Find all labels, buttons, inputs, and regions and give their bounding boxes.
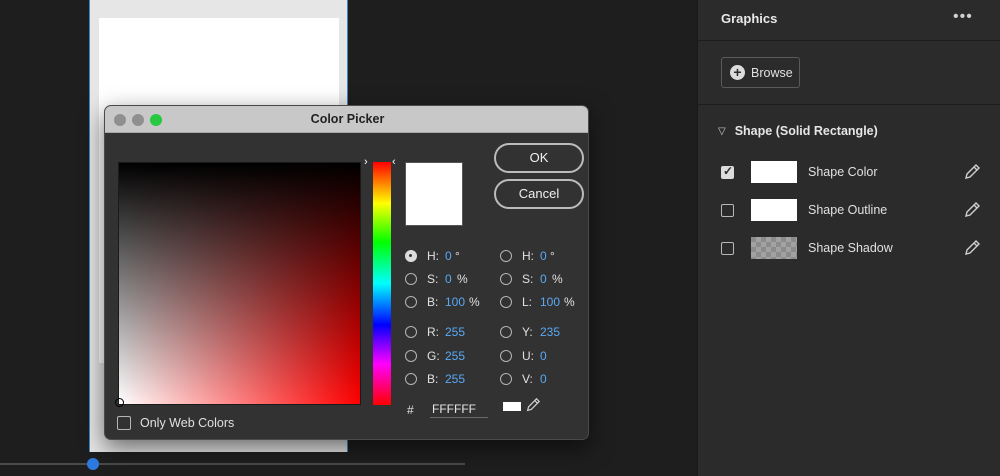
hsl-saturation-field: S: 0 % [500, 272, 563, 286]
hsl-saturation-radio[interactable] [500, 273, 512, 285]
hsb-saturation-radio[interactable] [405, 273, 417, 285]
field-label: V: [522, 372, 533, 386]
yuv-v-radio[interactable] [500, 373, 512, 385]
field-value[interactable]: 0 [445, 272, 457, 286]
hue-slider-left-arrow-icon: › [364, 156, 368, 168]
divider [698, 104, 1000, 105]
field-label: L: [522, 295, 533, 309]
hsb-brightness-field: B: 100 % [405, 295, 480, 309]
hue-slider[interactable] [373, 162, 391, 405]
field-unit: % [564, 295, 575, 309]
hex-input[interactable]: FFFFFF [430, 400, 488, 418]
color-field-cursor[interactable] [115, 398, 124, 407]
field-value[interactable]: 0 [540, 349, 566, 363]
eyedropper-icon[interactable] [525, 397, 541, 413]
hsl-hue-radio[interactable] [500, 250, 512, 262]
dialog-title: Color Picker [310, 112, 385, 126]
browse-label: Browse [751, 65, 793, 80]
field-label: Y: [522, 325, 533, 339]
hue-slider-right-arrow-icon: ‹ [392, 156, 396, 168]
field-value[interactable]: 0 [540, 272, 552, 286]
field-value[interactable]: 0 [445, 249, 455, 263]
only-web-colors-label: Only Web Colors [140, 416, 235, 430]
eyedropper-icon[interactable] [963, 163, 981, 181]
yuv-y-radio[interactable] [500, 326, 512, 338]
color-picker-dialog: Color Picker › ‹ OK Cancel H: 0 ° S: 0 %… [104, 105, 589, 440]
field-unit: ° [550, 249, 555, 263]
rgb-red-radio[interactable] [405, 326, 417, 338]
more-horizontal-icon[interactable]: ••• [953, 8, 973, 26]
field-label: S: [427, 272, 439, 286]
field-label: U: [522, 349, 534, 363]
eyedropper-icon[interactable] [963, 201, 981, 219]
rgb-red-field: R: 255 [405, 325, 471, 339]
hex-prefix: # [407, 403, 414, 417]
hex-color-swatch [503, 402, 521, 411]
field-unit: % [469, 295, 480, 309]
field-label: H: [522, 249, 534, 263]
field-value[interactable]: 0 [540, 249, 550, 263]
eyedropper-icon[interactable] [963, 239, 981, 257]
rgb-green-radio[interactable] [405, 350, 417, 362]
hsl-lightness-radio[interactable] [500, 296, 512, 308]
field-value[interactable]: 255 [445, 349, 471, 363]
field-value[interactable]: 255 [445, 372, 471, 386]
divider [698, 40, 1000, 41]
property-label: Shape Color [808, 165, 878, 179]
property-label: Shape Outline [808, 203, 888, 217]
hsl-lightness-field: L: 100 % [500, 295, 575, 309]
field-label: R: [427, 325, 439, 339]
rgb-green-field: G: 255 [405, 349, 471, 363]
rgb-blue-radio[interactable] [405, 373, 417, 385]
property-label: Shape Shadow [808, 241, 893, 255]
shape-color-swatch[interactable] [751, 161, 797, 183]
yuv-v-field: V: 0 [500, 372, 566, 386]
panel-title: Graphics [721, 11, 778, 26]
field-value[interactable]: 100 [445, 295, 469, 309]
shape-color-checkbox[interactable] [721, 164, 734, 179]
field-label: H: [427, 249, 439, 263]
field-label: G: [427, 349, 440, 363]
shape-shadow-swatch[interactable] [751, 237, 797, 259]
field-label: B: [427, 372, 439, 386]
hsb-brightness-radio[interactable] [405, 296, 417, 308]
ok-button[interactable]: OK [494, 143, 584, 173]
section-toggle-shape[interactable]: ▽ Shape (Solid Rectangle) [718, 124, 878, 138]
shape-shadow-checkbox[interactable] [721, 241, 734, 255]
playhead-handle[interactable] [87, 458, 99, 470]
saturation-brightness-field[interactable] [118, 162, 361, 405]
browse-button[interactable]: + Browse [721, 57, 800, 88]
shape-outline-swatch[interactable] [751, 199, 797, 221]
field-value[interactable]: 255 [445, 325, 471, 339]
yuv-y-field: Y: 235 [500, 325, 566, 339]
field-value[interactable]: 235 [540, 325, 566, 339]
property-row-shape-color: Shape Color [721, 160, 981, 184]
yuv-u-radio[interactable] [500, 350, 512, 362]
plus-icon: + [730, 65, 745, 80]
hsb-hue-radio[interactable] [405, 250, 417, 262]
field-label: S: [522, 272, 534, 286]
field-label: B: [427, 295, 439, 309]
hsb-saturation-field: S: 0 % [405, 272, 468, 286]
field-unit: % [457, 272, 468, 286]
shape-outline-checkbox[interactable] [721, 203, 734, 217]
dialog-titlebar[interactable]: Color Picker [105, 106, 588, 133]
chevron-down-icon: ▽ [718, 125, 726, 137]
rgb-blue-field: B: 255 [405, 372, 471, 386]
field-value[interactable]: 100 [540, 295, 564, 309]
hsl-hue-field: H: 0 ° [500, 249, 555, 263]
cancel-button[interactable]: Cancel [494, 179, 584, 209]
hsb-hue-field: H: 0 ° [405, 249, 460, 263]
color-preview-swatch [405, 162, 463, 226]
field-unit: % [552, 272, 563, 286]
property-row-shape-outline: Shape Outline [721, 198, 981, 222]
yuv-u-field: U: 0 [500, 349, 566, 363]
only-web-colors-checkbox[interactable] [117, 416, 131, 430]
property-row-shape-shadow: Shape Shadow [721, 236, 981, 260]
section-label: Shape (Solid Rectangle) [734, 124, 878, 138]
field-unit: ° [455, 249, 460, 263]
field-value[interactable]: 0 [540, 372, 566, 386]
timeline-scrubber-track[interactable] [0, 463, 465, 465]
graphics-panel: Graphics ••• + Browse ▽ Shape (Solid Rec… [697, 0, 1000, 476]
